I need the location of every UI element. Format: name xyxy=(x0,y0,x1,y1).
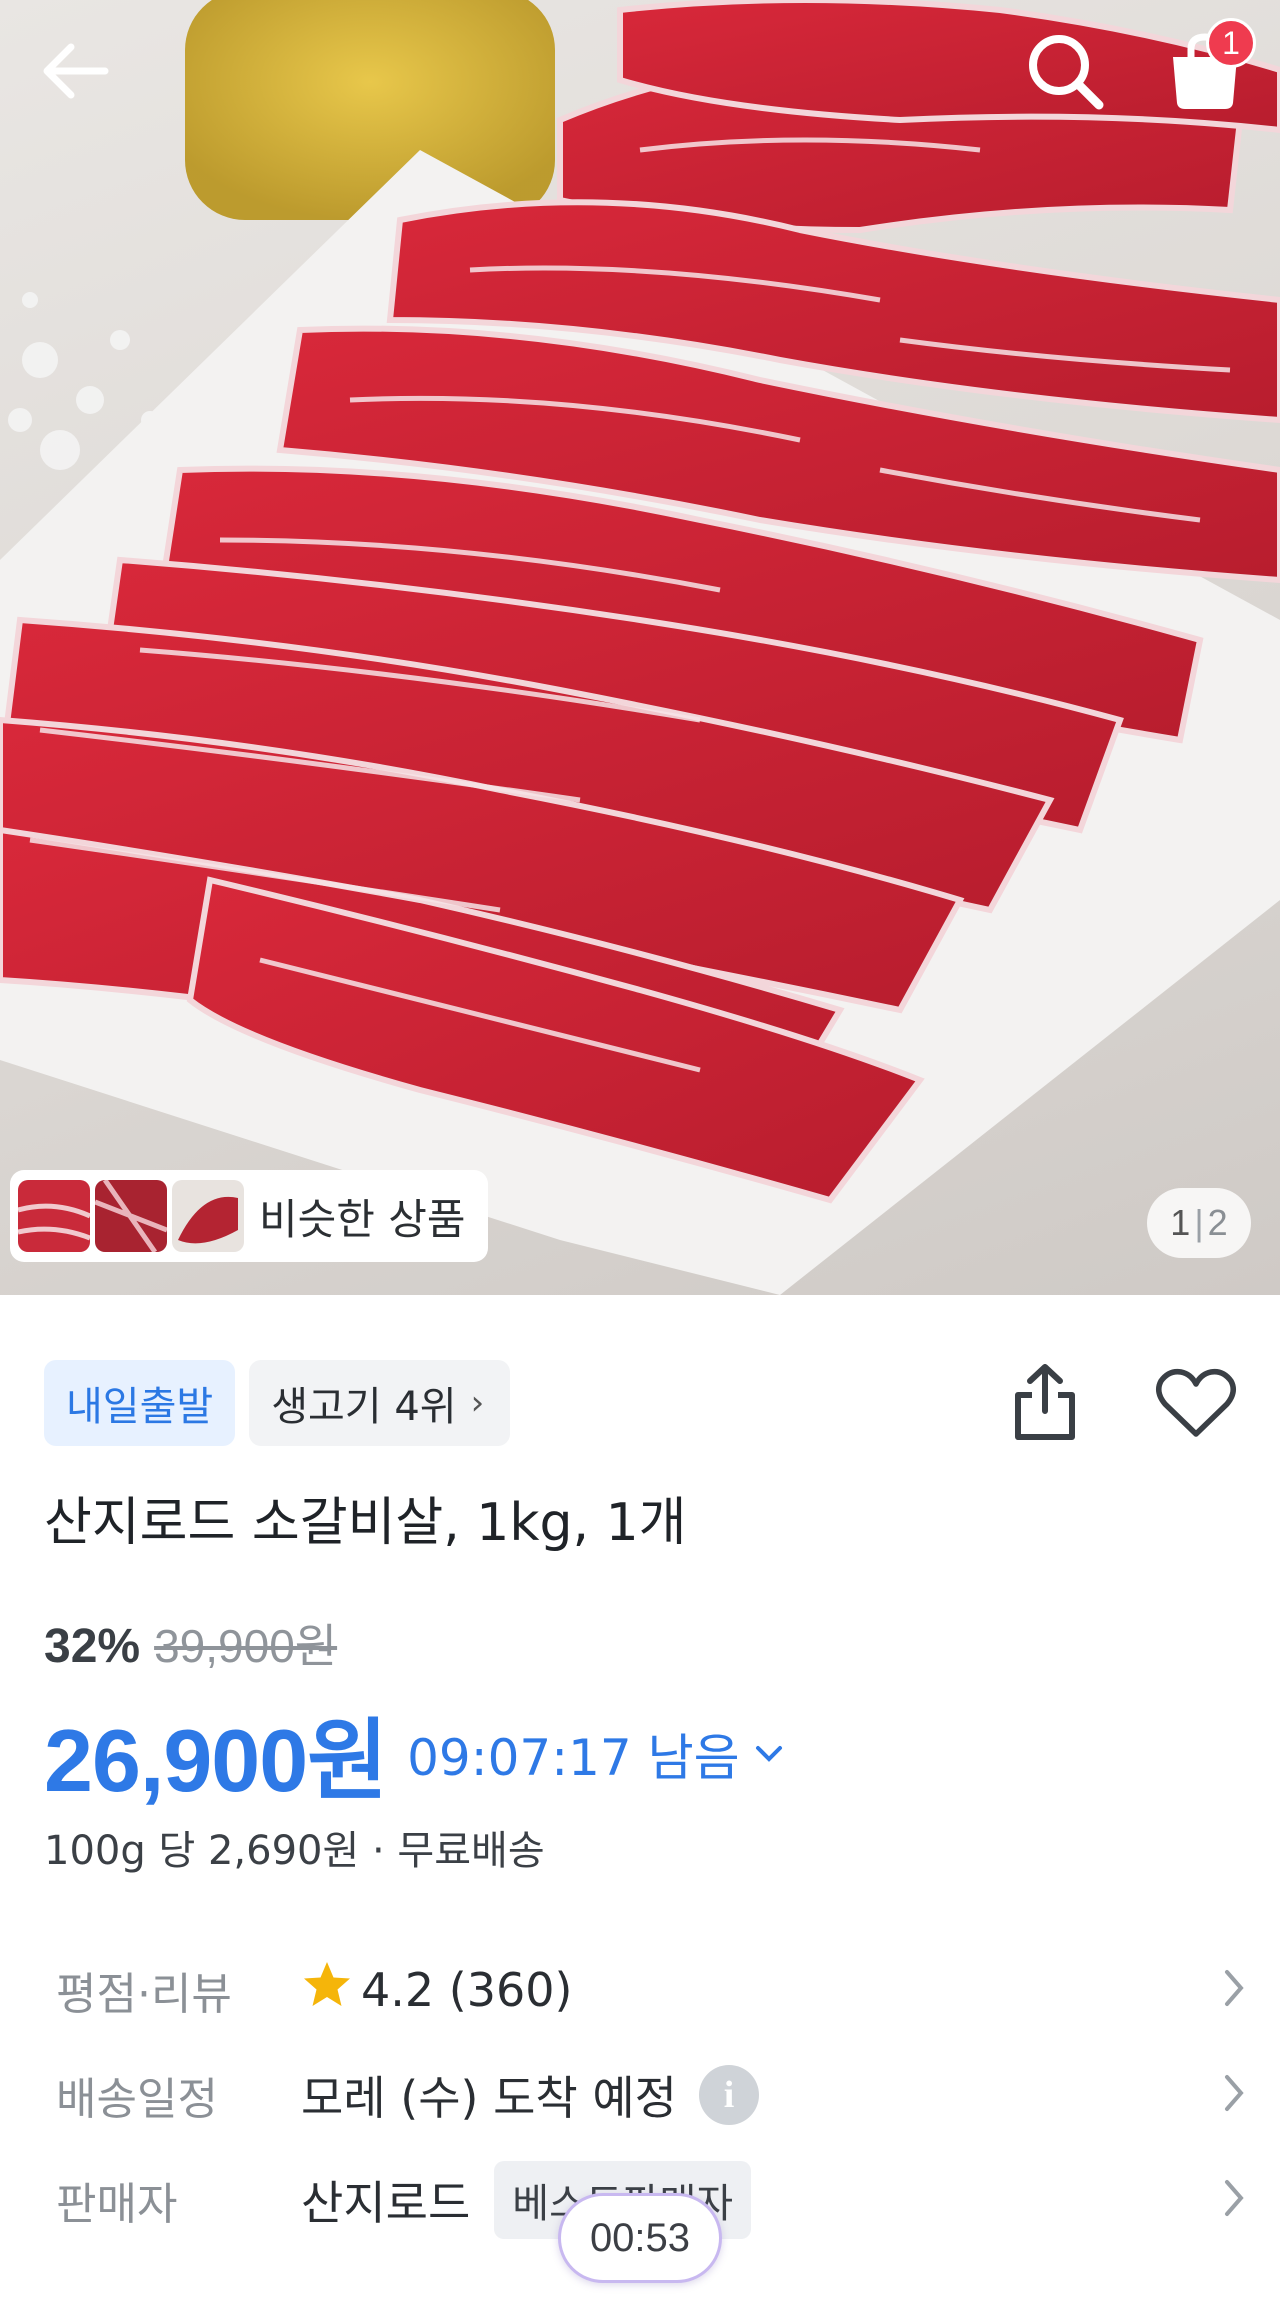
page-total: 2 xyxy=(1207,1202,1228,1243)
chevron-right-icon: › xyxy=(470,1383,485,1423)
back-button[interactable] xyxy=(20,16,130,126)
chevron-right-icon xyxy=(1225,1970,1244,2006)
chevron-down-icon xyxy=(755,1745,782,1762)
similar-products-button[interactable]: 비슷한 상품 xyxy=(10,1170,488,1262)
delivery-badge: 내일출발 xyxy=(44,1360,236,1446)
seller-name: 산지로드 xyxy=(301,2176,471,2230)
image-page-counter: 1 | 2 xyxy=(1147,1188,1251,1258)
search-button[interactable] xyxy=(1010,16,1120,126)
cart-button[interactable]: 1 xyxy=(1150,16,1260,126)
price-row: 26,900원 09:07:17 남음 xyxy=(44,1690,784,1817)
category-rank-label: 생고기 4위 xyxy=(271,1384,457,1430)
similar-thumb-3 xyxy=(172,1180,244,1252)
heart-icon xyxy=(1156,1368,1236,1437)
page-current: 1 xyxy=(1170,1202,1191,1243)
discount-rate: 32% xyxy=(44,1620,141,1673)
deal-timer[interactable]: 09:07:17 남음 xyxy=(407,1718,783,1790)
cart-count-badge: 1 xyxy=(1206,18,1256,68)
rating-review-row[interactable]: 평점·리뷰 4.2 (360) xyxy=(56,1950,1246,2030)
product-image-gallery[interactable]: 1 비슷한 상품 1 | 2 xyxy=(0,0,1280,1295)
seller-key: 판매자 xyxy=(56,2179,178,2230)
chevron-right-icon xyxy=(1225,2075,1244,2111)
similar-thumb-1 xyxy=(18,1180,90,1252)
chevron-right-icon xyxy=(1225,2180,1244,2216)
category-rank-badge[interactable]: 생고기 4위 › xyxy=(249,1360,511,1446)
sale-price: 26,900원 xyxy=(44,1711,388,1810)
shipping-schedule-row[interactable]: 배송일정 모레 (수) 도착 예정 i xyxy=(56,2055,1246,2135)
share-icon xyxy=(1015,1364,1075,1440)
similar-thumb-2 xyxy=(95,1180,167,1252)
rating-key: 평점·리뷰 xyxy=(56,1969,232,2020)
shipping-key: 배송일정 xyxy=(56,2074,218,2125)
star-icon xyxy=(301,1960,353,2021)
wishlist-button[interactable] xyxy=(1148,1356,1244,1452)
info-icon[interactable]: i xyxy=(699,2065,759,2125)
original-price: 39,900원 xyxy=(154,1620,338,1672)
arrow-left-icon xyxy=(43,43,109,99)
share-button[interactable] xyxy=(1000,1352,1090,1452)
similar-products-label: 비슷한 상품 xyxy=(259,1194,466,1244)
rating-value: 4.2 (360) xyxy=(361,1963,573,2017)
shipping-value: 모레 (수) 도착 예정 xyxy=(301,2071,677,2125)
unit-price-shipping: 100g 당 2,690원 · 무료배송 xyxy=(44,1828,545,1874)
floating-timer-pill[interactable]: 00:53 xyxy=(558,2193,722,2283)
page-separator: | xyxy=(1194,1202,1204,1243)
product-photo xyxy=(0,0,1280,1295)
deal-timer-text: 09:07:17 남음 xyxy=(407,1728,740,1787)
search-icon xyxy=(1029,35,1104,110)
discount-row: 32% 39,900원 xyxy=(44,1610,337,1676)
product-title: 산지로드 소갈비살, 1kg, 1개 xyxy=(44,1493,687,1553)
badge-row: 내일출발 생고기 4위 › xyxy=(44,1360,511,1446)
